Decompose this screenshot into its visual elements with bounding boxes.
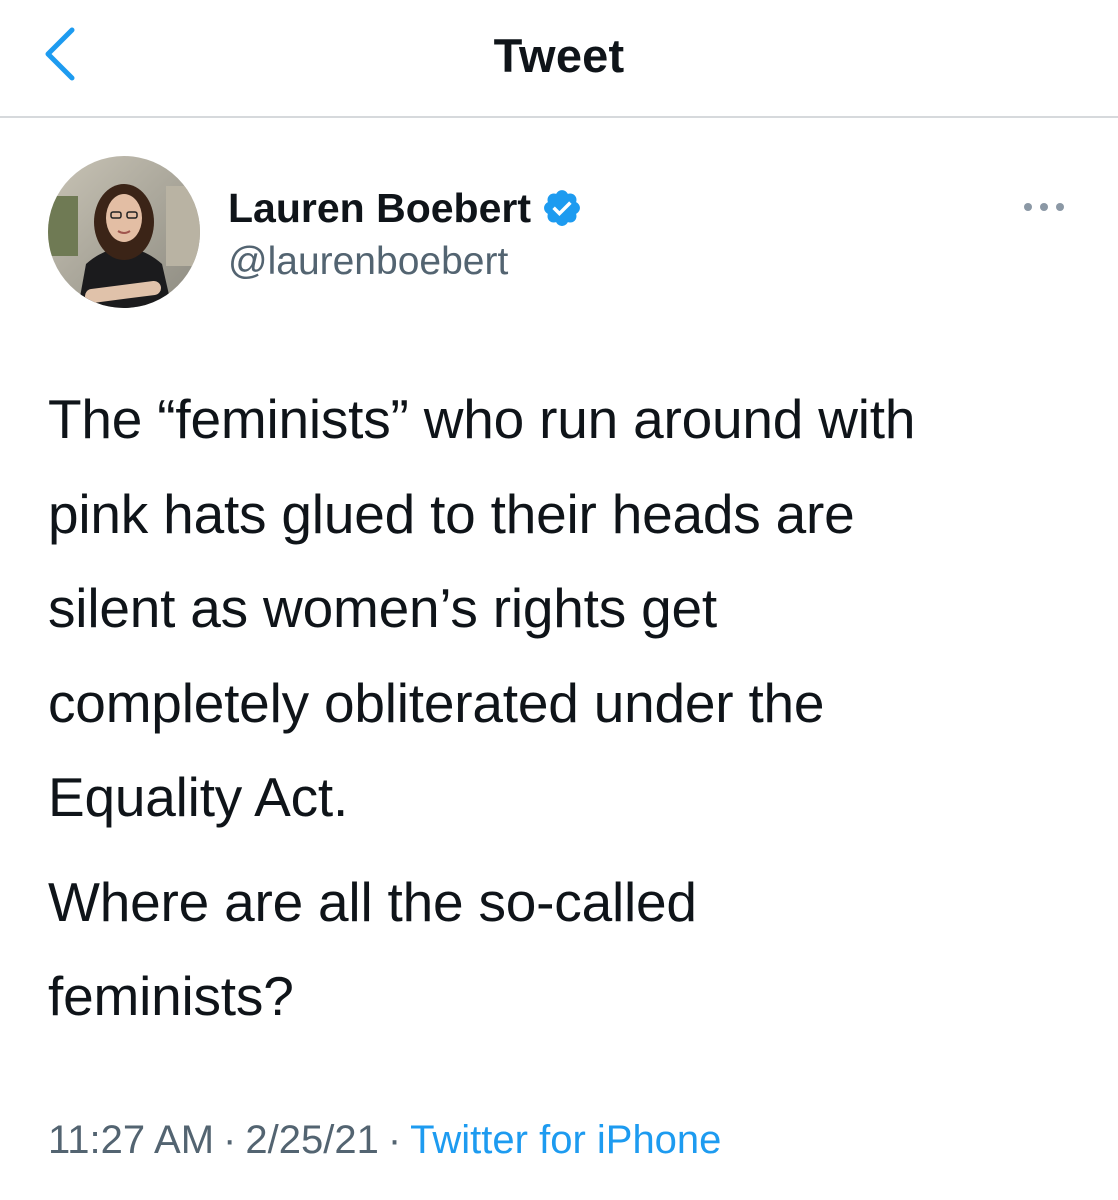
- meta-separator: ·: [387, 1118, 402, 1162]
- tweet-text: The “feminists” who run around with pink…: [48, 372, 1088, 1044]
- avatar[interactable]: [48, 156, 200, 308]
- tweet-time: 11:27 AM: [48, 1118, 215, 1162]
- tweet-paragraph: Where are all the so-called feminists?: [48, 870, 697, 1028]
- tweet-source-link[interactable]: Twitter for iPhone: [410, 1118, 721, 1162]
- page-title: Tweet: [493, 29, 625, 82]
- tweet-author-row: Lauren Boebert @laurenboebert: [48, 156, 1078, 308]
- tweet-paragraph: The “feminists” who run around with pink…: [48, 388, 916, 828]
- tweet-date: 2/25/21: [245, 1118, 379, 1162]
- meta-separator: ·: [223, 1118, 237, 1162]
- tweet-meta: 11:27 AM · 2/25/21 · Twitter for iPhone: [48, 1118, 721, 1163]
- author-name-line: Lauren Boebert: [228, 182, 583, 234]
- verified-badge-icon: [541, 187, 583, 229]
- author-display-name[interactable]: Lauren Boebert: [228, 185, 531, 232]
- nav-bar: Tweet: [0, 0, 1118, 118]
- author-handle[interactable]: @laurenboebert: [228, 240, 508, 284]
- ellipsis-icon[interactable]: [1016, 192, 1076, 222]
